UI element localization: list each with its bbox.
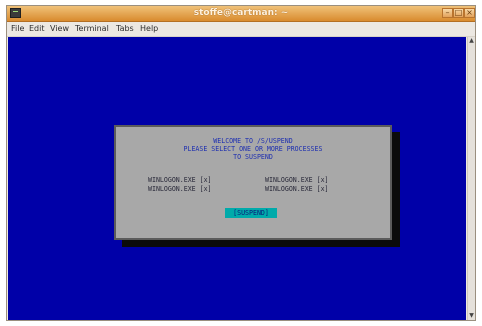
title-bar[interactable]: stoffe@cartman: ~ – □ ×: [7, 6, 475, 22]
terminal-window: stoffe@cartman: ~ – □ × File Edit View T…: [6, 5, 476, 321]
dialog-instruction-text-2: TO SUSPEND: [233, 153, 273, 161]
close-button[interactable]: ×: [464, 8, 475, 18]
process-option[interactable]: WINLOGON.EXE [x]: [265, 176, 329, 184]
process-option[interactable]: WINLOGON.EXE [x]: [265, 185, 329, 193]
terminal-screen[interactable]: WELCOME TO /S/USPEND PLEASE SELECT ONE O…: [8, 37, 466, 320]
menu-edit[interactable]: Edit: [29, 23, 45, 35]
menu-help[interactable]: Help: [140, 23, 158, 35]
process-option[interactable]: WINLOGON.EXE [x]: [148, 185, 212, 193]
menu-bar: File Edit View Terminal Tabs Help: [7, 22, 475, 37]
process-option[interactable]: WINLOGON.EXE [x]: [148, 176, 212, 184]
menu-tabs[interactable]: Tabs: [116, 23, 134, 35]
menu-file[interactable]: File: [11, 23, 24, 35]
vertical-scrollbar[interactable]: ▲ ▼: [467, 37, 475, 320]
scroll-up-icon[interactable]: ▲: [468, 37, 475, 45]
minimize-button[interactable]: –: [442, 8, 453, 18]
scroll-down-icon[interactable]: ▼: [468, 312, 475, 320]
window-title: stoffe@cartman: ~: [193, 8, 289, 18]
dialog-welcome-text: WELCOME TO /S/USPEND: [213, 137, 293, 145]
suspend-dialog: WELCOME TO /S/USPEND PLEASE SELECT ONE O…: [114, 125, 392, 240]
suspend-button[interactable]: [SUSPEND]: [225, 208, 277, 218]
dialog-instruction-text: PLEASE SELECT ONE OR MORE PROCESSES: [183, 145, 323, 153]
maximize-button[interactable]: □: [453, 8, 464, 18]
menu-terminal[interactable]: Terminal: [75, 23, 109, 35]
menu-view[interactable]: View: [50, 23, 69, 35]
